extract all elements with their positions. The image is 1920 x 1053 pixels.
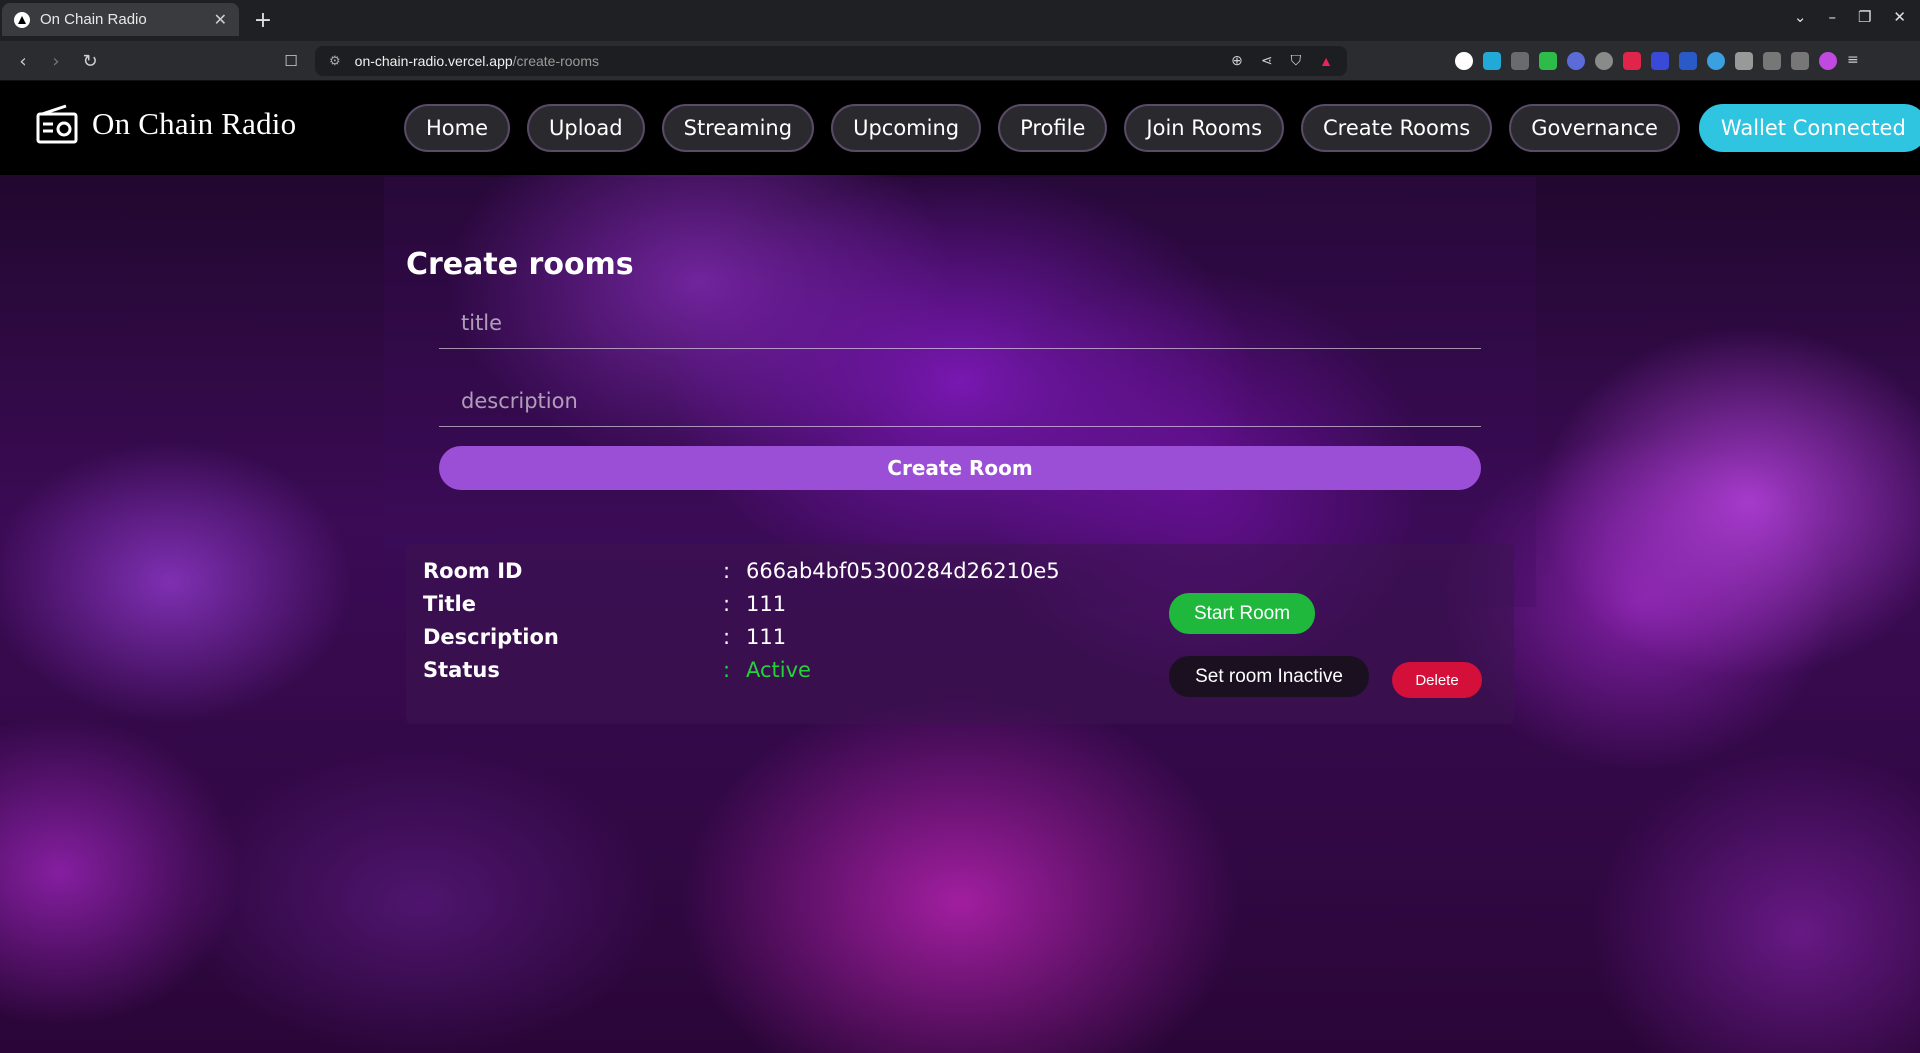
wallet-connected-button[interactable]: Wallet Connected [1698,104,1920,152]
maximize-icon[interactable]: ❐ [1858,8,1871,26]
brand[interactable]: On Chain Radio [36,104,296,144]
room-description-row: Description : 111 [423,622,786,652]
room-status-row: Status : Active [423,655,811,685]
sidebar-icon[interactable] [1763,52,1781,70]
set-room-inactive-button[interactable]: Set room Inactive [1169,656,1369,697]
tab-title: On Chain Radio [40,11,147,28]
separator: : [723,625,731,649]
room-title-row: Title : 111 [423,589,786,619]
room-title-value: 111 [746,592,787,616]
nav-profile[interactable]: Profile [998,104,1108,152]
address-bar-actions: ⊕ ⋖ ⛉ ▲ [1231,52,1333,69]
new-tab-icon[interactable]: + [250,7,276,33]
extension-icon[interactable] [1707,52,1725,70]
reload-icon[interactable]: ↻ [79,50,101,72]
url-host: on-chain-radio.vercel.app [354,53,513,69]
page-title: Create rooms [406,247,634,282]
separator: : [723,658,731,682]
minimize-icon[interactable]: – [1828,8,1836,26]
browser-tab[interactable]: On Chain Radio ✕ [2,3,239,36]
browser-tab-strip: On Chain Radio ✕ + ⌄ – ❐ ✕ [0,0,1920,41]
separator: : [723,559,731,583]
forward-icon[interactable]: › [45,50,67,72]
nav-upload[interactable]: Upload [527,104,645,152]
room-status-label: Status [423,658,500,682]
room-description-value: 111 [746,625,787,649]
back-icon[interactable]: ‹ [12,50,34,72]
bookmark-icon[interactable]: ☐ [280,50,302,72]
extension-icon[interactable] [1539,52,1557,70]
tab-close-icon[interactable]: ✕ [214,10,227,29]
url-path: /create-rooms [512,53,599,69]
profile-avatar-icon[interactable] [1819,52,1837,70]
extension-icon[interactable] [1483,52,1501,70]
brand-name: On Chain Radio [92,106,297,141]
extension-icon[interactable] [1623,52,1641,70]
brave-rewards-icon[interactable]: ▲ [1319,53,1333,69]
extensions-puzzle-icon[interactable] [1735,52,1753,70]
tab-search-chevron-icon[interactable]: ⌄ [1794,8,1807,26]
extension-icon[interactable] [1455,52,1473,70]
title-input[interactable] [439,297,1481,348]
radio-icon [36,104,78,144]
nav-links: Home Upload Streaming Upcoming Profile J… [404,104,1920,152]
description-field [439,375,1481,427]
window-controls: ⌄ – ❐ ✕ [1794,8,1906,26]
share-icon[interactable]: ⋖ [1261,52,1273,69]
room-id-row: Room ID : 666ab4bf05300284d26210e5 [423,556,1060,586]
site-navbar: On Chain Radio Home Upload Streaming Upc… [0,82,1920,175]
extension-icon[interactable] [1595,52,1613,70]
brave-shield-icon[interactable]: ⛉ [1291,52,1302,69]
nav-upcoming[interactable]: Upcoming [831,104,982,152]
close-window-icon[interactable]: ✕ [1893,8,1906,26]
create-room-button[interactable]: Create Room [439,446,1481,490]
site-favicon-icon [14,11,30,28]
nav-create-rooms[interactable]: Create Rooms [1301,104,1493,152]
extensions-bar: ≡ [1455,52,1865,70]
address-bar[interactable]: ⚙ on-chain-radio.vercel.app/create-rooms… [315,46,1347,76]
page-content: On Chain Radio Home Upload Streaming Upc… [0,82,1920,1053]
menu-icon[interactable]: ≡ [1847,52,1865,70]
nav-home[interactable]: Home [404,104,511,152]
extension-icon[interactable] [1567,52,1585,70]
extension-icon[interactable] [1651,52,1669,70]
nav-join-rooms[interactable]: Join Rooms [1124,104,1285,152]
room-title-label: Title [423,592,477,616]
separator: : [723,592,731,616]
extension-icon[interactable] [1679,52,1697,70]
zoom-icon[interactable]: ⊕ [1231,52,1243,69]
site-info-icon[interactable]: ⚙ [329,53,341,69]
description-input[interactable] [439,375,1481,426]
nav-governance[interactable]: Governance [1509,104,1680,152]
wallet-icon[interactable] [1791,52,1809,70]
room-id-value: 666ab4bf05300284d26210e5 [746,559,1060,583]
room-id-label: Room ID [423,559,523,583]
start-room-button[interactable]: Start Room [1169,593,1315,634]
browser-toolbar: ‹ › ↻ ☐ ⚙ on-chain-radio.vercel.app/crea… [0,41,1920,81]
nav-streaming[interactable]: Streaming [661,104,815,152]
room-status-value: Active [746,658,811,682]
title-field [439,297,1481,349]
room-description-label: Description [423,625,559,649]
delete-room-button[interactable]: Delete [1392,662,1482,698]
extension-icon[interactable] [1511,52,1529,70]
